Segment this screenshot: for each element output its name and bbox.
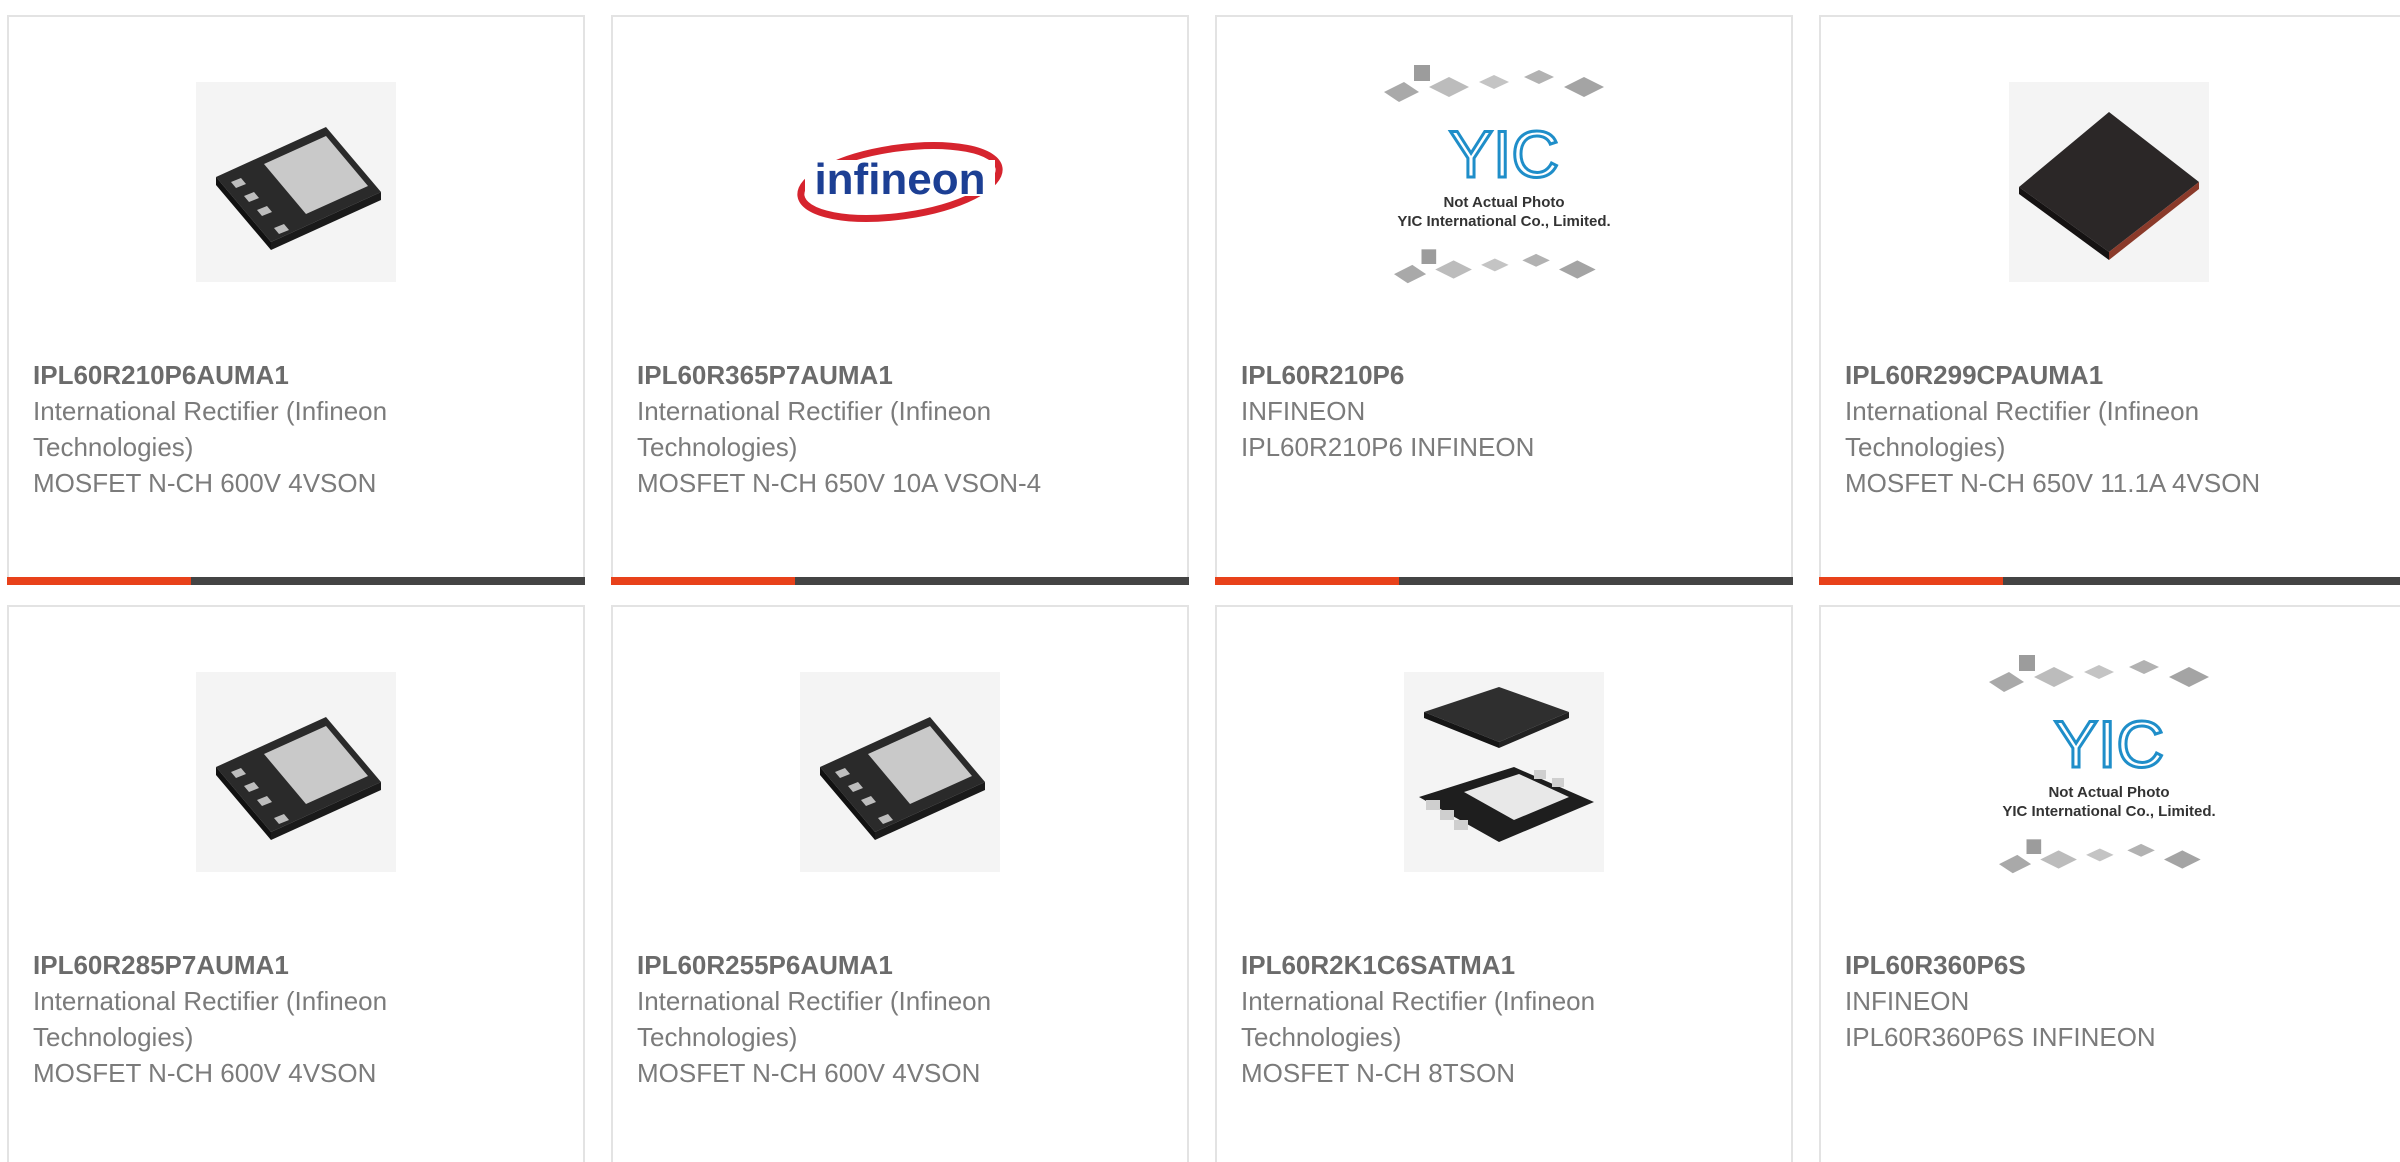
product-image[interactable] [9,77,583,287]
product-description: MOSFET N-CH 650V 11.1A 4VSON [1845,468,2261,498]
placeholder-company: YIC International Co., Limited. [1397,213,1610,230]
product-card[interactable]: IPL60R255P6AUMA1 International Rectifier… [611,605,1189,1162]
part-number-link[interactable]: IPL60R365P7AUMA1 [637,357,1167,393]
product-image[interactable] [9,667,583,877]
manufacturer-name: INFINEON [1845,986,1970,1016]
black-package-image [2009,82,2209,282]
placeholder-note: Not Actual Photo [2048,784,2169,801]
product-image[interactable]: infineon [613,77,1187,287]
product-description: MOSFET N-CH 8TSON [1241,1058,1515,1088]
card-bottom-bar [7,577,585,585]
product-description: MOSFET N-CH 600V 4VSON [637,1058,981,1088]
manufacturer-name: International Rectifier (Infineon Techno… [637,396,992,462]
manufacturer-name: International Rectifier (Infineon Techno… [637,986,992,1052]
product-description: MOSFET N-CH 650V 10A VSON-4 [637,468,1042,498]
part-number-link[interactable]: IPL60R210P6AUMA1 [33,357,563,393]
part-number-link[interactable]: IPL60R285P7AUMA1 [33,947,563,983]
manufacturer-name: International Rectifier (Infineon Techno… [33,396,388,462]
infineon-logo-text: infineon [814,155,985,204]
product-card[interactable]: YIC Not Actual Photo YIC International C… [1215,15,1793,585]
product-image[interactable]: YIC Not Actual Photo YIC International C… [1821,647,2397,887]
product-card[interactable]: IPL60R285P7AUMA1 International Rectifier… [7,605,585,1162]
manufacturer-name: INFINEON [1241,396,1366,426]
product-card[interactable]: YIC Not Actual Photo YIC International C… [1819,605,2400,1162]
product-image[interactable] [613,667,1187,877]
card-accent-bar [1215,577,1399,585]
yic-placeholder-image: YIC Not Actual Photo YIC International C… [1989,655,2216,874]
product-card[interactable]: IPL60R2K1C6SATMA1 International Rectifie… [1215,605,1793,1162]
part-number-link[interactable]: IPL60R2K1C6SATMA1 [1241,947,1771,983]
yic-placeholder-image: YIC Not Actual Photo YIC International C… [1384,65,1611,284]
manufacturer-name: International Rectifier (Infineon Techno… [1845,396,2200,462]
card-bottom-bar [611,577,1189,585]
product-description: IPL60R210P6 INFINEON [1241,432,1535,462]
placeholder-company: YIC International Co., Limited. [2002,803,2215,820]
product-image[interactable]: YIC Not Actual Photo YIC International C… [1217,57,1791,297]
part-number-link[interactable]: IPL60R299CPAUMA1 [1845,357,2399,393]
product-description: MOSFET N-CH 600V 4VSON [33,1058,377,1088]
product-image[interactable] [1821,77,2397,287]
infineon-logo: infineon [797,142,1003,222]
yic-brand-text: YIC [1449,117,1559,191]
part-number-link[interactable]: IPL60R255P6AUMA1 [637,947,1167,983]
card-bottom-bar [1819,577,2400,585]
vson-chip-image [196,672,396,872]
product-description: IPL60R360P6S INFINEON [1845,1022,2156,1052]
card-bottom-bar [1215,577,1793,585]
card-accent-bar [1819,577,2003,585]
product-card[interactable]: IPL60R210P6AUMA1 International Rectifier… [7,15,585,585]
manufacturer-name: International Rectifier (Infineon Techno… [33,986,388,1052]
part-number-link[interactable]: IPL60R360P6S [1845,947,2399,983]
product-description: MOSFET N-CH 600V 4VSON [33,468,377,498]
product-card[interactable]: infineon IPL60R365P7AUMA1 International … [611,15,1189,585]
product-grid: IPL60R210P6AUMA1 International Rectifier… [0,0,2400,1162]
part-number-link[interactable]: IPL60R210P6 [1241,357,1771,393]
manufacturer-name: International Rectifier (Infineon Techno… [1241,986,1596,1052]
vson-chip-image [800,672,1000,872]
tson-pair-image [1404,672,1604,872]
card-accent-bar [7,577,191,585]
placeholder-note: Not Actual Photo [1443,194,1564,211]
card-accent-bar [611,577,795,585]
vson-chip-image [196,82,396,282]
product-card[interactable]: IPL60R299CPAUMA1 International Rectifier… [1819,15,2400,585]
product-image[interactable] [1217,667,1791,877]
yic-brand-text: YIC [2054,707,2164,781]
